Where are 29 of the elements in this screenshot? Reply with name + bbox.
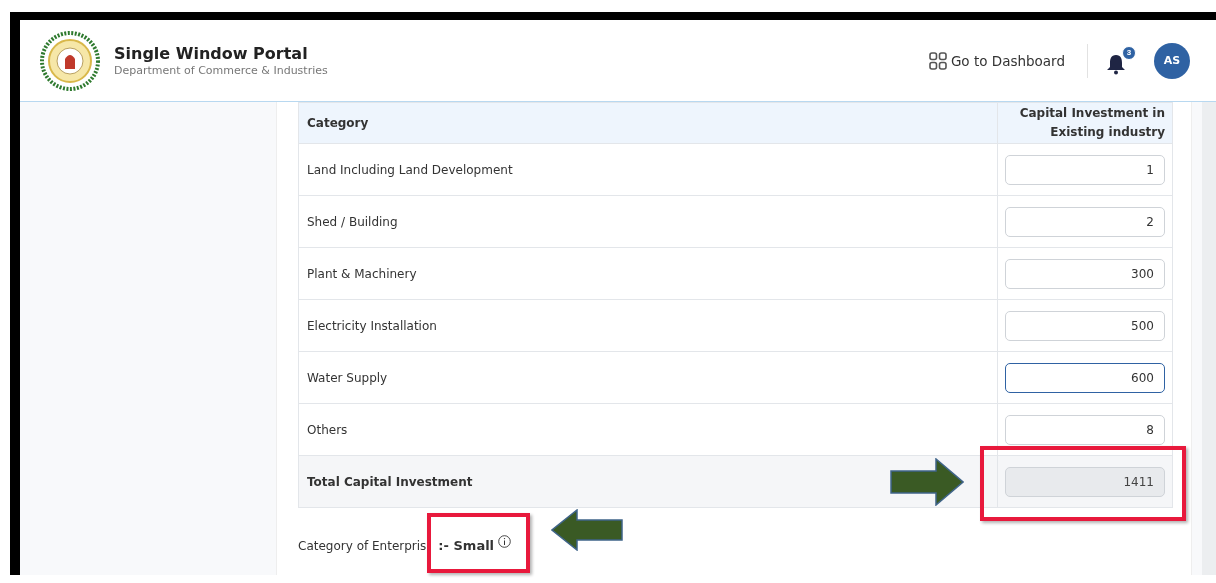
amount-input-field[interactable]: 300 [1005,258,1165,289]
amount-input-field[interactable]: 2 [1005,206,1165,237]
table-cell: Electricity Installation [298,299,998,352]
notification-count: 3 [1122,45,1136,60]
table-cell: Plant & Machinery [298,247,998,300]
table-cell: Water Supply [298,351,998,404]
portal-title: Single Window Portal [114,44,309,63]
dashboard-link[interactable]: Go to Dashboard [928,51,1065,70]
grid-icon [928,51,947,70]
portal-subtitle: Department of Commerce & Industries [114,64,328,77]
column-header: Capital Investment in Existing industry [997,102,1173,144]
left-arrow-icon [551,509,623,551]
scrollbar[interactable] [1202,102,1216,575]
amount-input-field[interactable]: 600 [1005,362,1165,393]
table-cell: Land Including Land Development [298,143,998,196]
amount-input-field[interactable]: 500 [1005,310,1165,341]
notification-button[interactable]: 3 [1106,45,1136,76]
bell-icon [1106,52,1126,75]
enterprise-category: :- Small [438,538,495,553]
user-avatar[interactable]: AS [1154,42,1190,79]
amount-input-field[interactable]: 1 [1005,154,1165,185]
table-cell: Others [298,403,998,456]
column-header: Category [298,102,998,144]
info-icon[interactable] [498,535,512,548]
amount-input-field[interactable]: 8 [1005,414,1165,445]
right-arrow-icon [890,458,964,506]
table-cell: Shed / Building [298,195,998,248]
emblem-logo-icon [40,30,100,91]
enterprise-label: Category of Enterpris [298,538,427,553]
